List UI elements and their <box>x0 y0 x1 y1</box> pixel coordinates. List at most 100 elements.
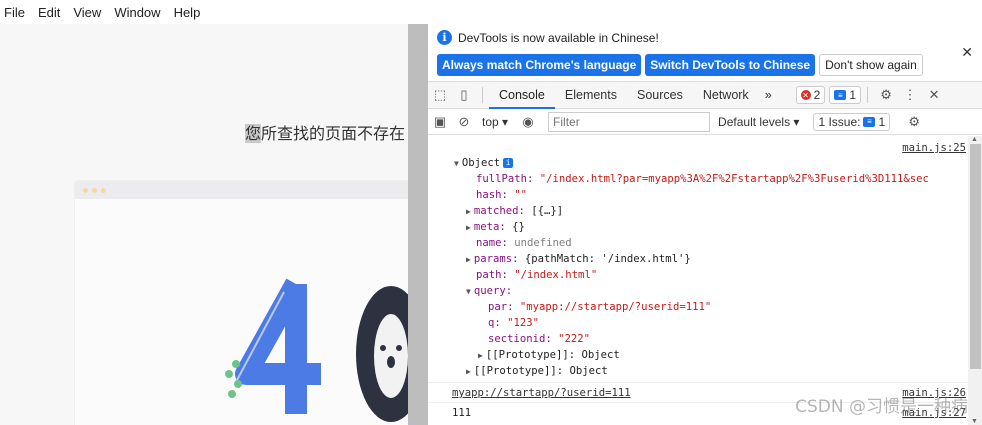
close-icon[interactable]: ✕ <box>922 87 946 103</box>
devtools-tabbar: ⬚ ▯ Console Elements Sources Network » ✕… <box>428 81 982 109</box>
prop-key: params: <box>473 253 519 265</box>
prop-key: hash: <box>476 189 508 201</box>
device-toolbar-icon[interactable]: ▯ <box>452 87 476 103</box>
title-selected-char: 您 <box>245 124 262 143</box>
object-root-row[interactable]: ▼ Object i <box>454 157 514 169</box>
prop-row: sectionid: "222" <box>488 333 590 345</box>
close-icon[interactable]: ✕ <box>961 44 973 61</box>
window-dot-icon <box>92 187 97 193</box>
expand-triangle-icon[interactable]: ▶ <box>466 255 471 264</box>
prop-key: q: <box>488 317 501 329</box>
menu-file[interactable]: File <box>4 5 25 20</box>
prop-row[interactable]: ▶ meta: {} <box>466 221 525 233</box>
kebab-menu-icon[interactable]: ⋮ <box>898 87 922 103</box>
web-page-content: 您所查找的页面不存在 <box>0 24 408 425</box>
scrollbar-thumb[interactable] <box>970 144 981 369</box>
title-rest: 所查找的页面不存在 <box>261 124 406 143</box>
prop-value: "/index.html?par=myapp%3A%2F%2Fstartapp%… <box>539 173 929 185</box>
object-label: Object <box>461 157 501 169</box>
prop-value: "222" <box>558 333 591 345</box>
log-levels-dropdown[interactable]: Default levels ▾ <box>718 115 799 129</box>
devtools-resize-handle[interactable] <box>408 24 428 425</box>
tab-sources[interactable]: Sources <box>627 82 693 109</box>
expand-triangle-icon[interactable]: ▶ <box>466 223 471 232</box>
tab-elements[interactable]: Elements <box>555 82 627 109</box>
sidebar-toggle-icon[interactable]: ▣ <box>428 114 452 130</box>
menu-edit[interactable]: Edit <box>38 5 60 20</box>
inspect-element-icon[interactable]: ⬚ <box>428 87 452 103</box>
info-icon: i <box>437 30 452 45</box>
prop-value: "123" <box>507 317 540 329</box>
switch-language-button[interactable]: Switch DevTools to Chinese <box>645 54 816 76</box>
prop-value: [{…}] <box>531 205 564 217</box>
expand-triangle-icon[interactable]: ▶ <box>466 207 471 216</box>
language-infobar: i DevTools is now available in Chinese! … <box>428 0 982 82</box>
dont-show-again-button[interactable]: Don't show again <box>819 54 923 76</box>
prop-row: par: "myapp://startapp/?userid=111" <box>488 301 711 313</box>
prop-key: path: <box>476 269 508 281</box>
prop-value: Object <box>581 349 620 361</box>
prop-key: par: <box>488 301 514 313</box>
prop-key: [[Prototype]]: <box>485 349 576 361</box>
plant-leaf-icon <box>225 370 233 378</box>
expand-triangle-icon[interactable]: ▶ <box>466 367 471 376</box>
prop-row[interactable]: ▶ matched: [{…}] <box>466 205 563 217</box>
log-separator <box>428 382 968 383</box>
console-scrollbar[interactable]: ▲ ▼ <box>968 136 982 425</box>
prop-row[interactable]: ▶ params: {pathMatch: '/index.html'} <box>466 253 691 265</box>
messages-count: 1 <box>849 88 857 102</box>
log-separator <box>428 402 968 403</box>
issues-badge[interactable]: 1 Issue: ≡ 1 <box>813 112 891 131</box>
infobar-message: i DevTools is now available in Chinese! <box>437 30 659 45</box>
prop-value: "/index.html" <box>514 269 598 281</box>
prop-row: q: "123" <box>488 317 539 329</box>
gear-icon[interactable]: ⚙ <box>874 87 898 103</box>
expand-triangle-icon[interactable]: ▼ <box>454 159 459 168</box>
source-link[interactable]: main.js:27 <box>902 407 966 419</box>
separator <box>867 87 869 103</box>
scroll-up-icon[interactable]: ▲ <box>971 136 978 143</box>
always-match-button[interactable]: Always match Chrome's language <box>437 54 642 76</box>
menu-window[interactable]: Window <box>114 5 160 20</box>
gear-icon[interactable]: ⚙ <box>902 114 926 130</box>
prop-row[interactable]: ▼ query: <box>466 285 512 297</box>
prop-key: matched: <box>473 205 525 217</box>
plant-leaf-icon <box>234 380 242 388</box>
devtools-panel: i DevTools is now available in Chinese! … <box>428 0 982 425</box>
prop-key: query: <box>473 285 513 297</box>
page-not-found-title: 您所查找的页面不存在 <box>245 120 405 144</box>
prop-value: "" <box>514 189 528 201</box>
prop-row[interactable]: ▶ [[Prototype]]: Object <box>478 349 620 361</box>
window-dot-icon <box>101 187 106 193</box>
prop-row[interactable]: ▶ [[Prototype]]: Object <box>466 365 608 377</box>
messages-badge[interactable]: ≡ 1 <box>829 86 862 104</box>
eye-icon[interactable]: ◉ <box>516 114 540 130</box>
expand-triangle-icon[interactable]: ▶ <box>478 351 483 360</box>
scroll-down-icon[interactable]: ▼ <box>971 418 978 425</box>
app-menubar: File Edit View Window Help <box>0 0 408 24</box>
plant-leaf-icon <box>228 390 236 398</box>
prop-value: "myapp://startapp/?userid=111" <box>519 301 712 313</box>
prop-key: [[Prototype]]: <box>473 365 564 377</box>
separator <box>482 87 483 103</box>
issue-icon: ≡ <box>863 116 876 127</box>
filter-input[interactable] <box>548 111 711 132</box>
console-output: main.js:25 ▼ Object i fullPath: "/index.ht… <box>428 136 968 425</box>
source-link[interactable]: main.js:26 <box>902 387 966 399</box>
clear-console-icon[interactable]: ⊘ <box>452 114 476 130</box>
errors-badge[interactable]: ✕ 2 <box>795 86 826 104</box>
menu-view[interactable]: View <box>73 5 101 20</box>
more-tabs-icon[interactable]: » <box>759 82 778 109</box>
error-icon: ✕ <box>800 90 811 100</box>
tab-console[interactable]: Console <box>489 81 555 109</box>
menu-help[interactable]: Help <box>174 5 201 20</box>
console-toolbar: ▣ ⊘ top ▾ ◉ Default levels ▾ 1 Issue: ≡ … <box>428 109 982 135</box>
source-link[interactable]: main.js:25 <box>902 142 966 154</box>
infobar-text: DevTools is now available in Chinese! <box>458 30 659 45</box>
context-selector[interactable]: top ▾ <box>482 115 508 129</box>
prop-value: {pathMatch: '/index.html'} <box>524 253 691 265</box>
404-illustration <box>235 278 408 422</box>
collapse-triangle-icon[interactable]: ▼ <box>466 287 471 296</box>
prop-key: meta: <box>473 221 506 233</box>
tab-network[interactable]: Network <box>693 82 759 109</box>
